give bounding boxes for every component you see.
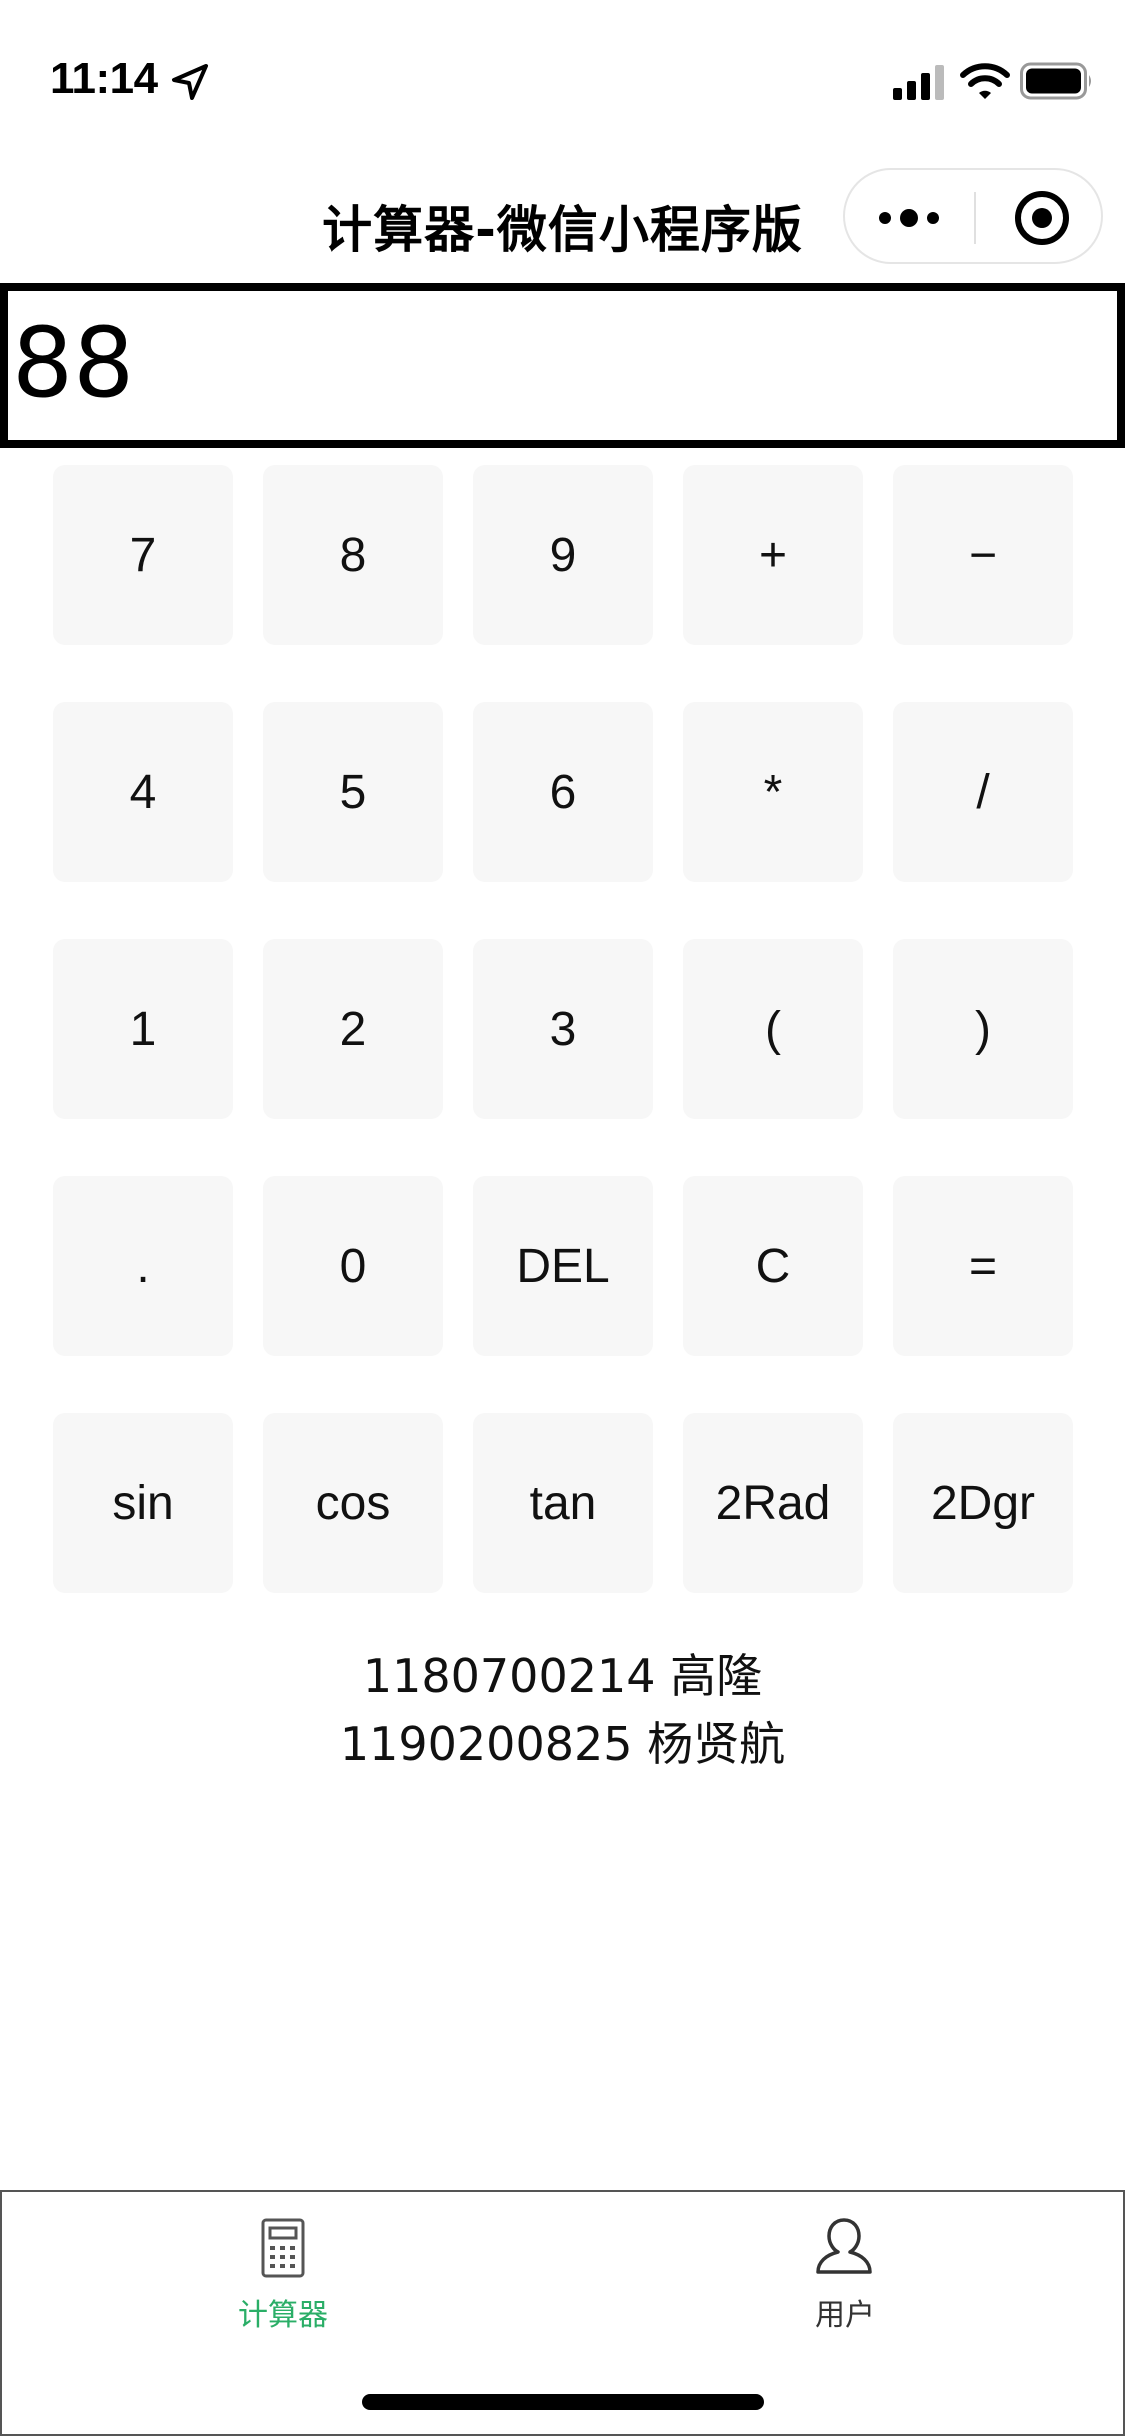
key-button[interactable]: 3 bbox=[473, 939, 653, 1119]
key-button[interactable]: tan bbox=[473, 1413, 653, 1593]
capsule-divider bbox=[974, 192, 976, 244]
key-button[interactable]: ) bbox=[893, 939, 1073, 1119]
close-target-icon[interactable] bbox=[1012, 188, 1072, 248]
menu-capsule bbox=[843, 168, 1103, 264]
status-time: 11:14 bbox=[50, 54, 158, 103]
nav-bar: 计算器-微信小程序版 bbox=[0, 160, 1125, 275]
key-button[interactable]: 8 bbox=[263, 465, 443, 645]
calculator-page: 11:14 计算器-微信小程序版 88 7 8 9 + − 4 5 6 * / … bbox=[0, 0, 1125, 2436]
tab-calculator-label: 计算器 bbox=[238, 2298, 328, 2333]
battery-icon bbox=[1020, 62, 1091, 100]
home-indicator bbox=[362, 2394, 764, 2410]
key-button[interactable]: ( bbox=[683, 939, 863, 1119]
key-button[interactable]: 1 bbox=[53, 939, 233, 1119]
key-button[interactable]: 7 bbox=[53, 465, 233, 645]
key-button[interactable]: 2Rad bbox=[683, 1413, 863, 1593]
location-arrow-icon bbox=[172, 64, 208, 100]
tab-calculator[interactable]: 计算器 bbox=[2, 2192, 564, 2372]
user-icon bbox=[816, 2218, 872, 2274]
key-button[interactable]: . bbox=[53, 1176, 233, 1356]
more-icon[interactable] bbox=[873, 198, 945, 238]
key-button[interactable]: C bbox=[683, 1176, 863, 1356]
credit-line-2: 1190200825 杨贤航 bbox=[339, 1717, 786, 1771]
wifi-icon bbox=[960, 63, 1010, 99]
key-button[interactable]: − bbox=[893, 465, 1073, 645]
key-button[interactable]: * bbox=[683, 702, 863, 882]
key-button[interactable]: 6 bbox=[473, 702, 653, 882]
key-button[interactable]: 2 bbox=[263, 939, 443, 1119]
key-button[interactable]: 9 bbox=[473, 465, 653, 645]
signal-icon bbox=[893, 65, 944, 100]
key-button[interactable]: sin bbox=[53, 1413, 233, 1593]
key-button[interactable]: 2Dgr bbox=[893, 1413, 1073, 1593]
credit-line-1: 1180700214 高隆 bbox=[362, 1649, 763, 1703]
key-button[interactable]: 4 bbox=[53, 702, 233, 882]
key-button[interactable]: / bbox=[893, 702, 1073, 882]
status-bar: 11:14 bbox=[0, 0, 1125, 150]
key-button[interactable]: 5 bbox=[263, 702, 443, 882]
key-button[interactable]: cos bbox=[263, 1413, 443, 1593]
key-button[interactable]: DEL bbox=[473, 1176, 653, 1356]
calculator-icon bbox=[261, 2218, 305, 2278]
key-button[interactable]: + bbox=[683, 465, 863, 645]
key-button[interactable]: = bbox=[893, 1176, 1073, 1356]
key-button[interactable]: 0 bbox=[263, 1176, 443, 1356]
display-value: 88 bbox=[12, 307, 135, 419]
result-display: 88 bbox=[0, 283, 1125, 448]
tab-user[interactable]: 用户 bbox=[564, 2192, 1125, 2372]
tab-user-label: 用户 bbox=[815, 2298, 875, 2333]
